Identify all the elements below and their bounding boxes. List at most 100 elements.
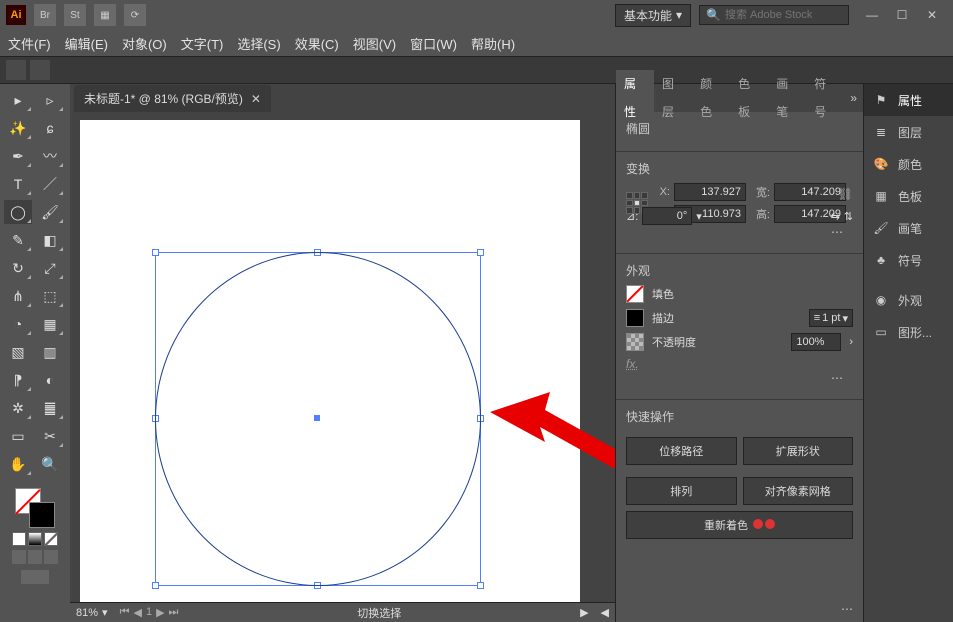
strip-properties[interactable]: ⚑ 属性 xyxy=(864,84,953,116)
rotate-tool[interactable]: ↻ xyxy=(4,256,32,280)
selection-handle[interactable] xyxy=(477,249,484,256)
scale-tool[interactable]: ⤢ xyxy=(36,256,64,280)
menu-select[interactable]: 选择(S) xyxy=(237,34,280,53)
next-artboard-icon[interactable]: ▶ xyxy=(156,606,164,619)
appearance-more-icon[interactable]: ⋯ xyxy=(626,371,853,391)
selection-handle[interactable] xyxy=(477,582,484,589)
pen-tool[interactable]: ✒ xyxy=(4,144,32,168)
flip-h-icon[interactable]: ⇋ xyxy=(831,210,840,223)
free-transform-tool[interactable]: ⬚ xyxy=(36,284,64,308)
control-item[interactable] xyxy=(6,60,26,80)
width-tool[interactable]: ⋔ xyxy=(4,284,32,308)
hand-tool[interactable]: ✋ xyxy=(4,452,32,476)
graph-tool[interactable]: ䷀ xyxy=(36,396,64,420)
chevron-down-icon[interactable]: ▾ xyxy=(696,210,702,223)
color-mode-icon[interactable] xyxy=(12,532,26,546)
fx-button[interactable]: fx. xyxy=(626,357,853,371)
stepper-icon[interactable]: ≡ xyxy=(814,312,820,324)
sync-icon[interactable]: ⟳ xyxy=(124,4,146,26)
blend-tool[interactable]: ◐ xyxy=(36,368,64,392)
menu-edit[interactable]: 编辑(E) xyxy=(65,34,108,53)
menu-help[interactable]: 帮助(H) xyxy=(471,34,515,53)
perspective-tool[interactable]: ▦ xyxy=(36,312,64,336)
menu-file[interactable]: 文件(F) xyxy=(8,34,51,53)
panel-more-icon[interactable]: » xyxy=(844,91,863,105)
strip-swatches[interactable]: ▦ 色板 xyxy=(864,180,953,212)
scroll-right-icon[interactable]: ▶ xyxy=(580,606,588,619)
menu-view[interactable]: 视图(V) xyxy=(353,34,396,53)
x-input[interactable] xyxy=(674,183,746,201)
close-tab-icon[interactable]: ✕ xyxy=(251,92,261,106)
zoom-tool[interactable]: 🔍 xyxy=(36,452,64,476)
ellipse-tool[interactable]: ◯ xyxy=(4,200,32,224)
selection-handle[interactable] xyxy=(152,249,159,256)
qa-recolor-button[interactable]: 重新着色 xyxy=(626,511,853,539)
search-input[interactable] xyxy=(725,9,842,21)
canvas[interactable] xyxy=(70,112,615,602)
link-wh-icon[interactable]: ⛓ xyxy=(838,187,853,201)
zoom-control[interactable]: 81% ▾ xyxy=(76,606,108,619)
symbol-sprayer-tool[interactable]: ✲ xyxy=(4,396,32,420)
scroll-left-icon[interactable]: ◀ xyxy=(601,606,609,619)
eyedropper-tool[interactable]: ⁋ xyxy=(4,368,32,392)
line-tool[interactable]: ／ xyxy=(36,172,64,196)
transform-more-icon[interactable]: ⋯ xyxy=(626,225,853,245)
eraser-tool[interactable]: ◧ xyxy=(36,228,64,252)
maximize-button[interactable]: ☐ xyxy=(887,5,917,25)
status-mode[interactable]: 切换选择 xyxy=(190,605,568,621)
gradient-tool[interactable]: ▥ xyxy=(36,340,64,364)
opacity-input[interactable] xyxy=(791,333,841,351)
type-tool[interactable]: T xyxy=(4,172,32,196)
menu-object[interactable]: 对象(O) xyxy=(122,34,167,53)
stock-icon[interactable]: St xyxy=(64,4,86,26)
selection-tool[interactable]: ▸ xyxy=(4,88,32,112)
workspace-dropdown[interactable]: 基本功能 ▾ xyxy=(615,4,691,27)
chevron-down-icon[interactable]: ▾ xyxy=(842,312,848,325)
strip-brushes[interactable]: 🖌 画笔 xyxy=(864,212,953,244)
stroke-chip[interactable] xyxy=(626,309,644,327)
screen-mode-icon[interactable] xyxy=(21,570,49,584)
menu-type[interactable]: 文字(T) xyxy=(181,34,224,53)
control-item[interactable] xyxy=(30,60,50,80)
artboard-number[interactable]: 1 xyxy=(146,606,152,619)
draw-behind-icon[interactable] xyxy=(28,550,42,564)
strip-appearance[interactable]: ◉ 外观 xyxy=(864,284,953,316)
shaper-tool[interactable]: ✎ xyxy=(4,228,32,252)
qa-align-pixel-button[interactable]: 对齐像素网格 xyxy=(743,477,854,505)
last-artboard-icon[interactable]: ⏭ xyxy=(169,606,179,619)
none-mode-icon[interactable] xyxy=(44,532,58,546)
strip-color[interactable]: 🎨 颜色 xyxy=(864,148,953,180)
lasso-tool[interactable]: ɕ xyxy=(36,116,64,140)
prev-artboard-icon[interactable]: ◀ xyxy=(133,606,141,619)
stroke-swatch[interactable] xyxy=(29,502,55,528)
qa-arrange-button[interactable]: 排列 xyxy=(626,477,737,505)
slice-tool[interactable]: ✂ xyxy=(36,424,64,448)
strip-graphic-styles[interactable]: ▭ 图形... xyxy=(864,316,953,348)
strip-layers[interactable]: ≣ 图层 xyxy=(864,116,953,148)
panel-footer-more-icon[interactable]: ⋯ xyxy=(616,596,863,622)
angle-input[interactable] xyxy=(642,207,692,225)
arrange-docs-icon[interactable]: ▦ xyxy=(94,4,116,26)
curvature-tool[interactable]: 〰 xyxy=(36,144,64,168)
artboard-tool[interactable]: ▭ xyxy=(4,424,32,448)
brush-tool[interactable]: 🖌 xyxy=(36,200,64,224)
gradient-mode-icon[interactable] xyxy=(28,532,42,546)
flip-v-icon[interactable]: ⇅ xyxy=(844,210,853,223)
fill-chip[interactable] xyxy=(626,285,644,303)
close-button[interactable]: ✕ xyxy=(917,5,947,25)
opacity-more-icon[interactable]: › xyxy=(849,336,853,348)
qa-offset-path-button[interactable]: 位移路径 xyxy=(626,437,737,465)
direct-selection-tool[interactable]: ▹ xyxy=(36,88,64,112)
menu-window[interactable]: 窗口(W) xyxy=(410,34,457,53)
draw-normal-icon[interactable] xyxy=(12,550,26,564)
draw-inside-icon[interactable] xyxy=(44,550,58,564)
document-tab[interactable]: 未标题-1* @ 81% (RGB/预览) ✕ xyxy=(74,85,271,112)
strip-symbols[interactable]: ♣ 符号 xyxy=(864,244,953,276)
magic-wand-tool[interactable]: ✨ xyxy=(4,116,32,140)
selection-handle[interactable] xyxy=(152,582,159,589)
menu-effect[interactable]: 效果(C) xyxy=(295,34,339,53)
opacity-chip[interactable] xyxy=(626,333,644,351)
width-input[interactable] xyxy=(774,183,846,201)
qa-expand-shape-button[interactable]: 扩展形状 xyxy=(743,437,854,465)
mesh-tool[interactable]: ▧ xyxy=(4,340,32,364)
